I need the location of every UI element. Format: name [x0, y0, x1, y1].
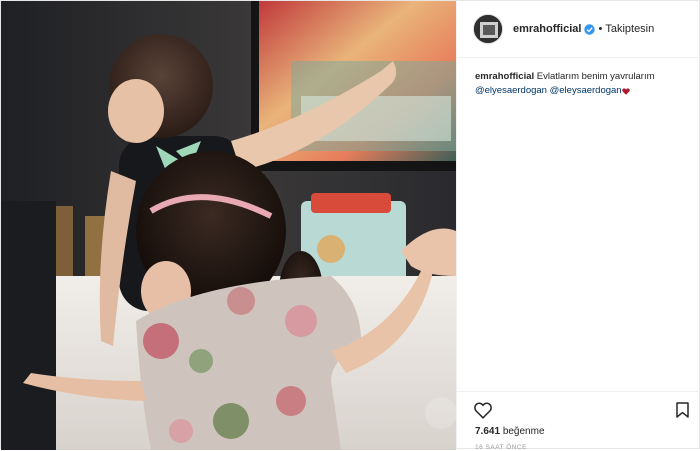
post-header: emrahofficial • Takiptesin	[457, 1, 700, 58]
post-actions: 7.641 beğenme 16 SAAT ÖNCE	[457, 391, 700, 451]
like-button[interactable]	[474, 402, 492, 419]
separator-dot: •	[598, 23, 603, 35]
mention-link[interactable]: @eleysaerdogan	[550, 85, 622, 96]
caption-text: Evlatlarım benim yavrularım	[536, 71, 655, 82]
likes-number: 7.641	[475, 426, 501, 437]
verified-badge-icon	[584, 23, 596, 35]
post-photo[interactable]	[1, 1, 456, 450]
save-button[interactable]	[676, 402, 689, 418]
caption-username-link[interactable]: emrahofficial	[475, 71, 534, 82]
follow-status-button[interactable]: Takiptesin	[605, 23, 654, 35]
instagram-post: emrahofficial • Takiptesin emrahofficial…	[0, 0, 700, 451]
username-link[interactable]: emrahofficial	[513, 23, 581, 35]
header-text: emrahofficial • Takiptesin	[513, 23, 654, 35]
avatar[interactable]	[473, 14, 503, 44]
red-heart-icon	[621, 86, 630, 95]
bookmark-icon	[676, 402, 689, 418]
post-timestamp: 16 SAAT ÖNCE	[475, 444, 527, 451]
post-image	[1, 1, 456, 450]
mention-link[interactable]: @elyesaerdogan	[475, 85, 547, 96]
likes-count[interactable]: 7.641 beğenme	[475, 426, 545, 437]
avatar-image	[474, 15, 502, 43]
post-sidebar: emrahofficial • Takiptesin emrahofficial…	[456, 1, 700, 451]
heart-outline-icon	[474, 402, 492, 419]
post-caption: emrahofficial Evlatlarım benim yavruları…	[475, 70, 690, 98]
likes-label: beğenme	[502, 426, 545, 437]
